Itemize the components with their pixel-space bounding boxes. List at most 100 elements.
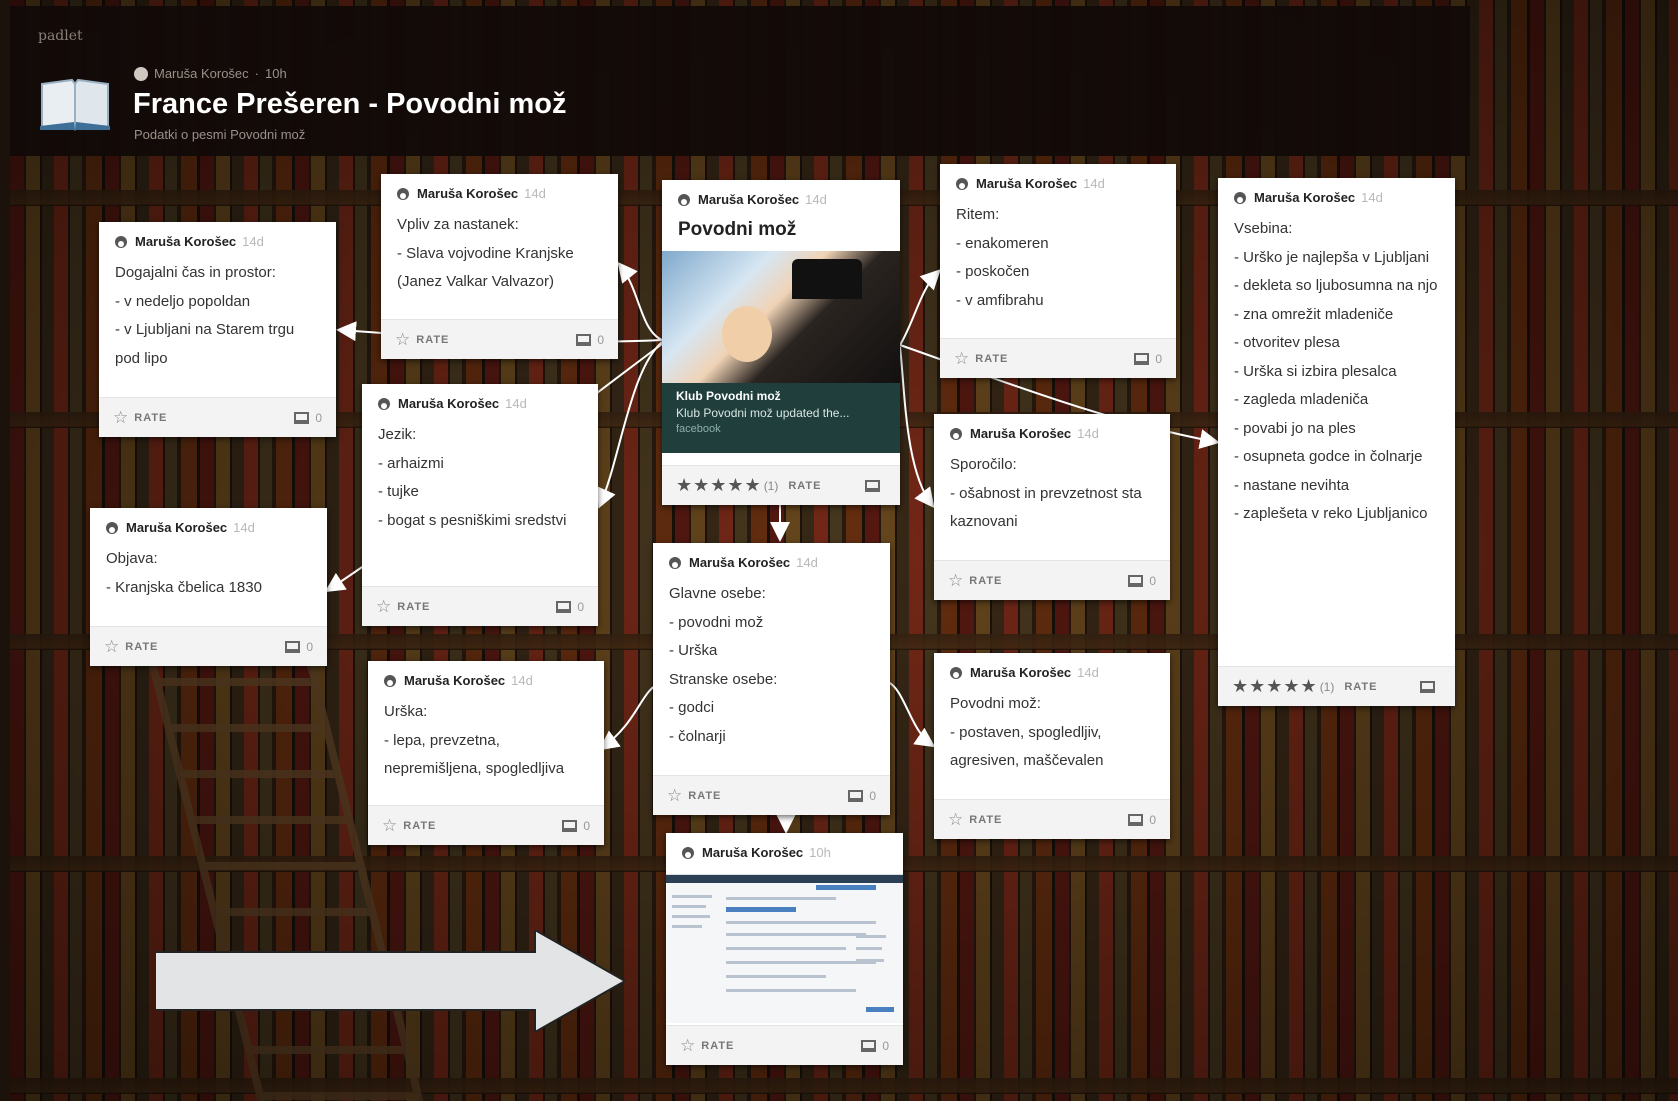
comment-icon[interactable] [848, 789, 864, 802]
post-time: 14d [524, 186, 546, 201]
open-book-icon [40, 78, 110, 131]
author-avatar [1234, 191, 1246, 204]
star-outline-icon[interactable]: ☆ [382, 816, 397, 836]
post-card[interactable]: Maruša Korošec 14d Vsebina: - Urško je n… [1218, 178, 1455, 706]
post-author[interactable]: Maruša Korošec [398, 396, 499, 411]
comment-icon[interactable] [576, 333, 592, 346]
post-header: Maruša Korošec 14d [940, 164, 1176, 191]
post-card[interactable]: Maruša Korošec 14d Ritem: - enakomeren -… [940, 164, 1176, 378]
author-avatar [384, 674, 396, 687]
post-time: 14d [1361, 190, 1383, 205]
star-outline-icon[interactable]: ☆ [680, 1036, 695, 1056]
post-author[interactable]: Maruša Korošec [970, 426, 1071, 441]
post-time: 14d [242, 234, 264, 249]
post-footer: ☆ RATE 0 [368, 805, 604, 845]
comment-icon[interactable] [562, 819, 578, 832]
link-preview[interactable]: Klub Povodni mož Klub Povodni mož update… [662, 251, 900, 453]
link-preview-image [662, 251, 900, 383]
post-author[interactable]: Maruša Korošec [689, 555, 790, 570]
post-footer: ☆ RATE 0 [666, 1025, 903, 1065]
post-card[interactable]: Maruša Korošec 14d Urška: - lepa, prevze… [368, 661, 604, 845]
post-body: Jezik: - arhaizmi - tujke - bogat s pesn… [378, 426, 567, 529]
screenshot-attachment[interactable] [666, 874, 903, 1023]
rate-button[interactable]: RATE [1344, 681, 1377, 693]
comment-icon[interactable] [1420, 680, 1435, 693]
comment-icon[interactable] [1134, 352, 1150, 365]
post-body: Glavne osebe: - povodni mož - Urška Stra… [669, 585, 778, 745]
screenshot-line [726, 989, 856, 992]
post-card[interactable]: Maruša Korošec 14d Povodni mož: - postav… [934, 653, 1170, 839]
post-card[interactable]: Maruša Korošec 10h ☆ RATE 0 [666, 833, 903, 1065]
comment-icon[interactable] [294, 411, 310, 424]
padlet-logo[interactable]: padlet [38, 28, 83, 44]
header-time: 10h [265, 66, 287, 81]
post-card[interactable]: Maruša Korošec 14d Povodni mož Klub Povo… [662, 180, 900, 505]
comment-icon[interactable] [861, 1039, 877, 1052]
rate-button[interactable]: RATE [403, 820, 436, 832]
comment-icon[interactable] [865, 479, 880, 492]
post-header: Maruša Korošec 14d [934, 653, 1170, 680]
post-author[interactable]: Maruša Korošec [702, 845, 803, 860]
board-subtitle: Podatki o pesmi Povodni mož [134, 127, 306, 142]
comment-icon[interactable] [556, 600, 572, 613]
screenshot-line [726, 975, 826, 978]
post-card[interactable]: Maruša Korošec 14d Glavne osebe: - povod… [653, 543, 890, 815]
post-author[interactable]: Maruša Korošec [1254, 190, 1355, 205]
rate-button[interactable]: RATE [397, 601, 430, 613]
post-card[interactable]: Maruša Korošec 14d Vpliv za nastanek: - … [381, 174, 618, 359]
post-header: Maruša Korošec 14d [368, 661, 604, 688]
post-time: 14d [233, 520, 255, 535]
post-author[interactable]: Maruša Korošec [976, 176, 1077, 191]
post-card[interactable]: Maruša Korošec 14d Objava: - Kranjska čb… [90, 508, 327, 666]
star-outline-icon[interactable]: ☆ [376, 597, 391, 617]
comment-count: 0 [882, 1038, 889, 1053]
post-author[interactable]: Maruša Korošec [698, 192, 799, 207]
comment-icon[interactable] [1128, 813, 1144, 826]
screenshot-line [866, 1007, 894, 1012]
post-header: Maruša Korošec 14d [934, 414, 1170, 441]
post-author[interactable]: Maruša Korošec [135, 234, 236, 249]
star-outline-icon[interactable]: ☆ [667, 786, 682, 806]
header-author: Maruša Korošec [154, 66, 249, 81]
star-outline-icon[interactable]: ☆ [954, 349, 969, 369]
rate-button[interactable]: RATE [975, 353, 1008, 365]
comment-count: 0 [315, 410, 322, 425]
post-author[interactable]: Maruša Korošec [404, 673, 505, 688]
post-author[interactable]: Maruša Korošec [126, 520, 227, 535]
comment-icon[interactable] [285, 640, 301, 653]
post-card[interactable]: Maruša Korošec 14d Dogajalni čas in pros… [99, 222, 336, 437]
post-time: 14d [796, 555, 818, 570]
star-rating[interactable]: ★★★★★ [676, 475, 762, 496]
screenshot-line [726, 947, 846, 950]
rate-button[interactable]: RATE [701, 1040, 734, 1052]
post-time: 14d [805, 192, 827, 207]
rate-button[interactable]: RATE [125, 641, 158, 653]
screenshot-topbar [666, 875, 903, 883]
rate-button[interactable]: RATE [416, 334, 449, 346]
post-author[interactable]: Maruša Korošec [417, 186, 518, 201]
rate-button[interactable]: RATE [788, 480, 821, 492]
post-card[interactable]: Maruša Korošec 14d Jezik: - arhaizmi - t… [362, 384, 598, 626]
post-header: Maruša Korošec 14d [381, 174, 618, 201]
post-card[interactable]: Maruša Korošec 14d Sporočilo: - ošabnost… [934, 414, 1170, 600]
post-footer: ☆ RATE 0 [653, 775, 890, 815]
star-rating[interactable]: ★★★★★ [1232, 676, 1318, 697]
comment-icon[interactable] [1128, 574, 1144, 587]
rate-button[interactable]: RATE [134, 412, 167, 424]
star-outline-icon[interactable]: ☆ [395, 330, 410, 350]
author-avatar [115, 235, 127, 248]
post-time: 14d [505, 396, 527, 411]
star-outline-icon[interactable]: ☆ [104, 637, 119, 657]
post-author[interactable]: Maruša Korošec [970, 665, 1071, 680]
star-outline-icon[interactable]: ☆ [948, 571, 963, 591]
preview-figure [722, 306, 772, 362]
author-avatar [956, 177, 968, 190]
star-outline-icon[interactable]: ☆ [948, 810, 963, 830]
rate-button[interactable]: RATE [969, 575, 1002, 587]
rate-button[interactable]: RATE [688, 790, 721, 802]
post-header: Maruša Korošec 14d [1218, 178, 1455, 205]
star-outline-icon[interactable]: ☆ [113, 408, 128, 428]
rate-button[interactable]: RATE [969, 814, 1002, 826]
comment-count: 0 [1149, 812, 1156, 827]
header-author-row: Maruša Korošec · 10h [134, 66, 287, 81]
